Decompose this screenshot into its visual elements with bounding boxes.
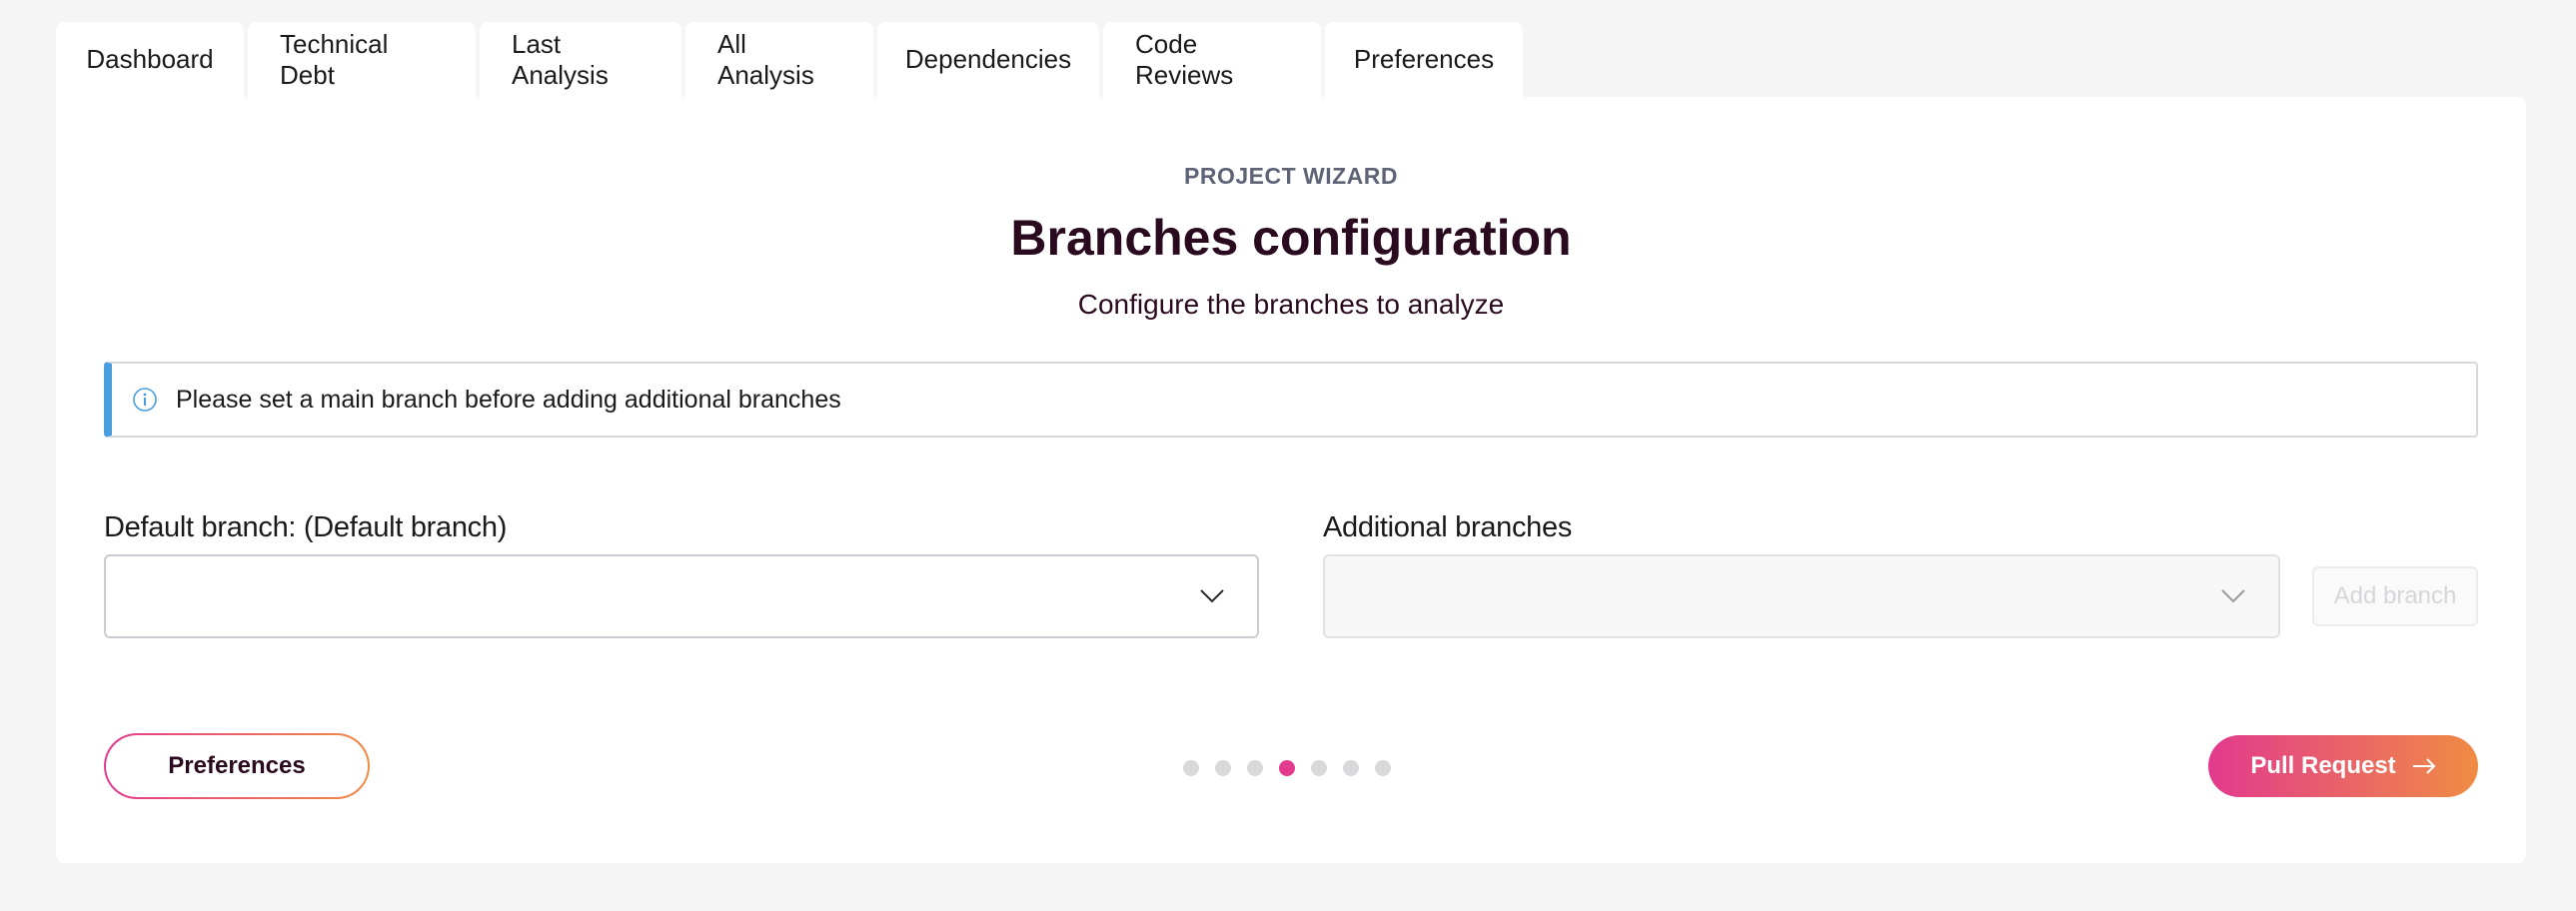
chevron-down-icon <box>1200 589 1224 603</box>
step-dot <box>1311 760 1327 776</box>
additional-branches-select[interactable] <box>1323 554 2280 638</box>
default-branch-select[interactable] <box>104 554 1259 638</box>
tab-all-analysis[interactable]: All Analysis <box>685 22 873 97</box>
tab-code-reviews[interactable]: Code Reviews <box>1103 22 1321 97</box>
back-preferences-button[interactable]: Preferences <box>104 733 370 799</box>
tab-last-analysis[interactable]: Last Analysis <box>480 22 681 97</box>
tab-preferences[interactable]: Preferences <box>1325 22 1523 97</box>
step-dot-active <box>1279 760 1295 776</box>
tab-bar: Dashboard Technical Debt Last Analysis A… <box>56 22 1523 97</box>
info-icon <box>132 387 158 413</box>
step-dot <box>1343 760 1359 776</box>
next-pull-request-button[interactable]: Pull Request <box>2208 735 2478 797</box>
tab-dashboard[interactable]: Dashboard <box>56 22 244 97</box>
default-branch-label: Default branch: (Default branch) <box>104 511 508 543</box>
info-banner: Please set a main branch before adding a… <box>104 362 2478 438</box>
next-button-label: Pull Request <box>2250 752 2396 779</box>
arrow-right-icon <box>2412 758 2436 774</box>
wizard-eyebrow: PROJECT WIZARD <box>1184 163 1398 189</box>
add-branch-button[interactable]: Add branch <box>2312 566 2478 626</box>
page-subtitle: Configure the branches to analyze <box>1077 289 1505 320</box>
step-dot <box>1215 760 1231 776</box>
wizard-panel: PROJECT WIZARD Branches configuration Co… <box>56 97 2526 863</box>
tab-technical-debt[interactable]: Technical Debt <box>248 22 476 97</box>
tab-dependencies[interactable]: Dependencies <box>877 22 1099 97</box>
step-dot <box>1183 760 1199 776</box>
info-message: Please set a main branch before adding a… <box>176 385 841 414</box>
page-title: Branches configuration <box>1010 210 1572 266</box>
step-dot <box>1247 760 1263 776</box>
step-indicator <box>1183 760 1391 776</box>
back-button-label: Preferences <box>106 735 368 797</box>
additional-branches-label: Additional branches <box>1323 511 1573 543</box>
chevron-down-icon <box>2221 589 2245 603</box>
step-dot <box>1375 760 1391 776</box>
